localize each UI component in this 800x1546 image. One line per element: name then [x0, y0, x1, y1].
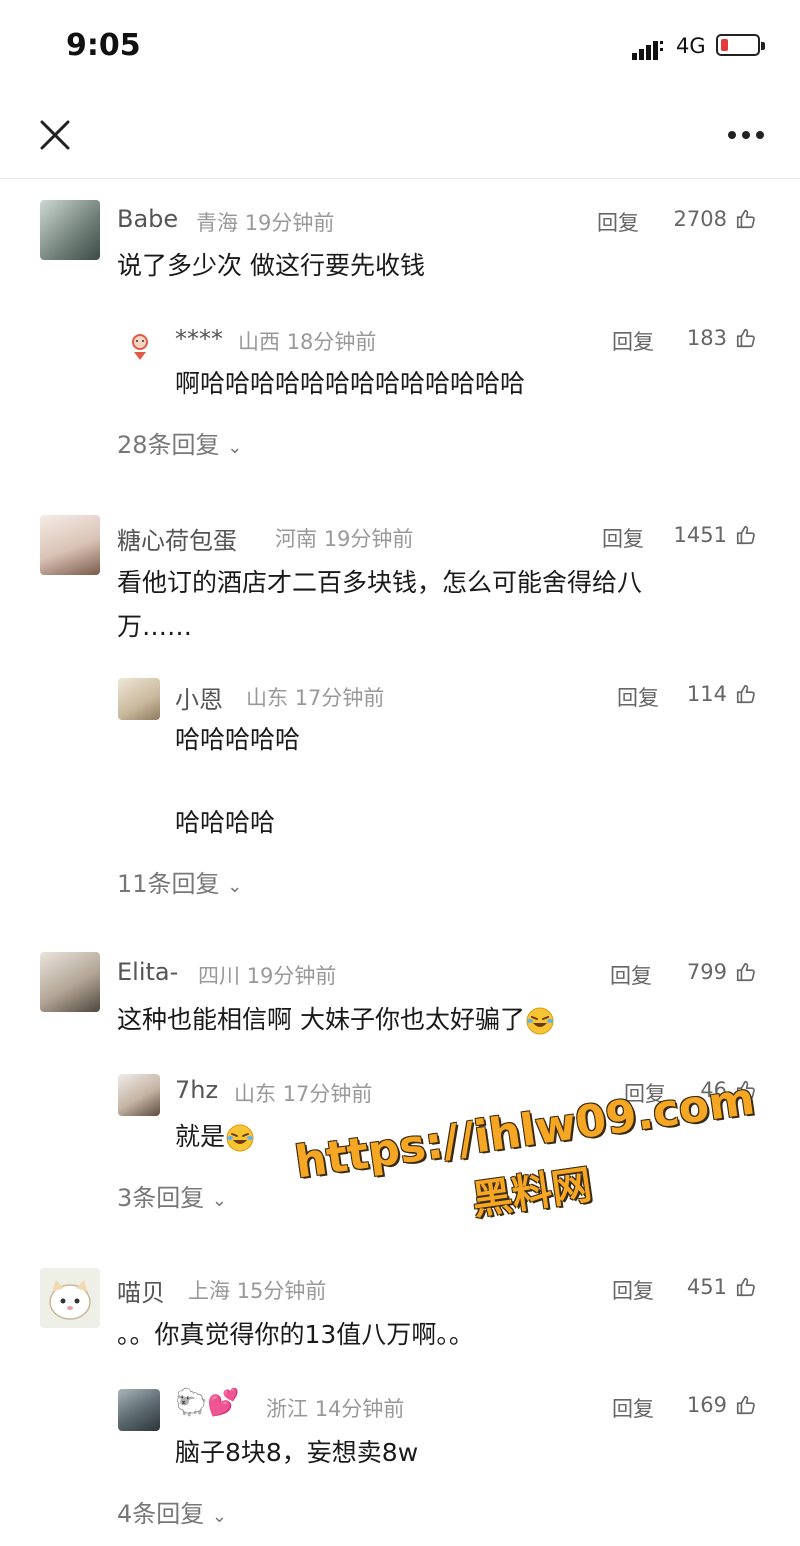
reply-text: 啊哈哈哈哈哈哈哈哈哈哈哈哈哈 [175, 369, 526, 398]
comment-meta: 河南 19分钟前 [275, 527, 414, 551]
reply-author[interactable]: 小恩 [175, 680, 223, 715]
comment-meta: 四川 19分钟前 [198, 964, 337, 988]
more-replies-link[interactable]: 3条回复 ⌄ [117, 1178, 227, 1213]
thumb-up-icon[interactable] [735, 683, 757, 705]
thumb-up-icon[interactable] [735, 961, 757, 983]
reply-meta: 山东 17分钟前 [246, 686, 385, 710]
comment-text: 看他订的酒店才二百多块钱，怎么可能舍得给八 [117, 568, 643, 597]
close-icon[interactable] [38, 118, 72, 152]
comment-author[interactable]: 喵贝 [117, 1273, 165, 1308]
comment-meta: 上海 15分钟前 [188, 1279, 327, 1303]
network-type: 4G [676, 34, 706, 58]
avatar[interactable] [118, 1389, 160, 1431]
reply-button[interactable]: 回复 [602, 523, 644, 553]
status-time: 9:05 [66, 28, 141, 63]
reply-text: 哈哈哈哈哈 [175, 725, 301, 754]
reply-button[interactable]: 回复 [610, 960, 652, 990]
doodle-avatar-icon [132, 334, 148, 360]
reply-meta: 山西 18分钟前 [238, 330, 377, 354]
chevron-down-icon: ⌄ [227, 437, 243, 458]
status-bar: 9:05 4G [0, 0, 800, 96]
reply-meta: 浙江 14分钟前 [266, 1397, 405, 1421]
like-count[interactable]: 799 [657, 960, 727, 984]
battery-icon [716, 34, 765, 56]
battery-level [721, 39, 728, 51]
reply-button[interactable]: 回复 [612, 1393, 654, 1423]
reply-author[interactable]: **** [175, 325, 223, 353]
reply-text: 哈哈哈哈 [175, 808, 276, 837]
like-count[interactable]: 169 [657, 1393, 727, 1417]
comment-text: 万…… [117, 612, 193, 641]
signal-icon [632, 41, 663, 60]
comment-text: 。。你真觉得你的13值八万啊。。 [117, 1320, 474, 1349]
thumb-up-icon[interactable] [735, 327, 757, 349]
thumb-up-icon[interactable] [735, 208, 757, 230]
reply-text: 就是 [175, 1120, 255, 1154]
chevron-down-icon: ⌄ [211, 1506, 228, 1527]
like-count[interactable]: 451 [657, 1275, 727, 1299]
comment-author[interactable]: Elita- [117, 958, 178, 986]
nav-bar [0, 96, 800, 179]
thumb-up-icon[interactable] [735, 524, 757, 546]
chevron-down-icon: ⌄ [227, 876, 243, 897]
avatar[interactable] [40, 952, 100, 1012]
avatar[interactable] [124, 330, 156, 362]
reply-author[interactable]: 🐑💕 [175, 1388, 240, 1418]
reply-button[interactable]: 回复 [597, 207, 639, 237]
reply-button[interactable]: 回复 [612, 326, 654, 356]
comment-text: 说了多少次 做这行要先收钱 [117, 251, 425, 280]
avatar[interactable] [40, 200, 100, 260]
reply-button[interactable]: 回复 [612, 1275, 654, 1305]
thumb-up-icon[interactable] [735, 1394, 757, 1416]
more-replies-link[interactable]: 28条回复 ⌄ [117, 425, 242, 460]
comment-meta: 青海 19分钟前 [196, 211, 335, 235]
avatar[interactable] [118, 1074, 160, 1116]
reply-button[interactable]: 回复 [617, 682, 659, 712]
reply-meta: 山东 17分钟前 [234, 1082, 373, 1106]
avatar[interactable] [118, 678, 160, 720]
reply-author[interactable]: 7hz [175, 1076, 218, 1104]
more-icon[interactable] [726, 120, 766, 150]
laugh-cry-emoji-icon [525, 1006, 555, 1036]
reply-text: 脑子8块8，妄想卖8w [175, 1438, 419, 1467]
like-count[interactable]: 1451 [657, 523, 727, 547]
comment-author[interactable]: 糖心荷包蛋 [117, 521, 237, 556]
comment-author[interactable]: Babe [117, 205, 178, 233]
comment-text: 这种也能相信啊 大妹子你也太好骗了 [117, 1003, 555, 1037]
avatar[interactable] [40, 1268, 100, 1328]
laugh-cry-emoji-icon [225, 1123, 255, 1153]
like-count[interactable]: 2708 [657, 207, 727, 231]
like-count[interactable]: 183 [657, 326, 727, 350]
avatar[interactable] [40, 515, 100, 575]
like-count[interactable]: 114 [657, 682, 727, 706]
more-replies-link[interactable]: 11条回复 ⌄ [117, 864, 242, 899]
thumb-up-icon[interactable] [735, 1276, 757, 1298]
more-replies-link[interactable]: 4条回复 ⌄ [117, 1494, 227, 1529]
chevron-down-icon: ⌄ [211, 1190, 228, 1211]
cat-avatar-icon [49, 1280, 91, 1320]
